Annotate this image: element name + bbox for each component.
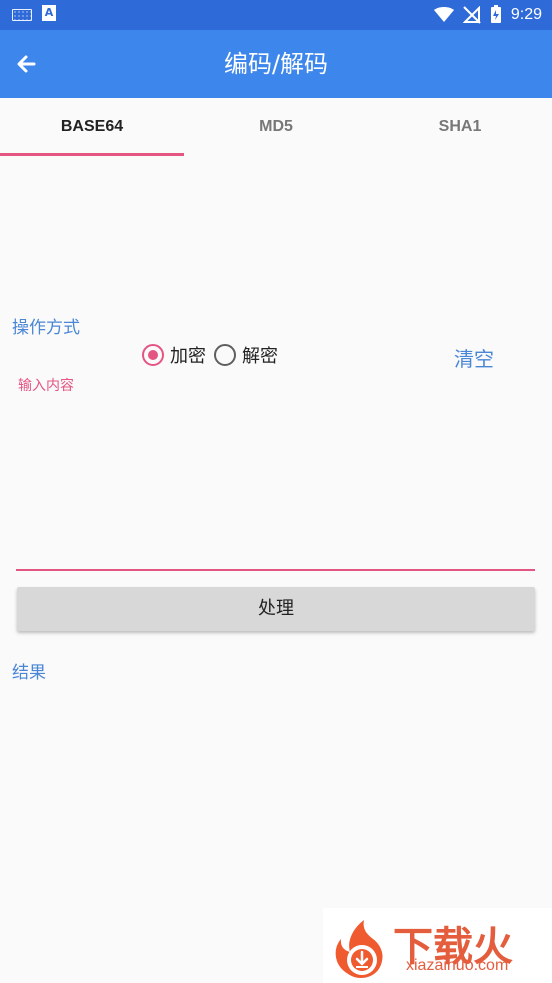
status-right: 9:29 [433, 4, 542, 26]
app-bar: 编码/解码 [0, 30, 552, 98]
status-left: A [12, 5, 56, 21]
watermark-site: xiazaihuo.com [406, 957, 509, 974]
tab-label: SHA1 [438, 118, 482, 135]
page-title: 编码/解码 [223, 50, 329, 78]
tab-bar: BASE64 MD5 SHA1 [0, 98, 552, 156]
radio-encrypt-label: 加密 [170, 346, 206, 367]
wifi-icon [433, 7, 454, 22]
tab-sha1[interactable]: SHA1 [368, 98, 552, 156]
operation-label: 操作方式 [12, 318, 80, 338]
radio-encrypt[interactable]: 加密 [142, 342, 206, 368]
tab-base64[interactable]: BASE64 [0, 98, 184, 156]
a-icon: A [42, 5, 56, 21]
battery-icon [490, 5, 501, 23]
radio-decrypt-label: 解密 [242, 346, 278, 367]
input-field-label: 输入内容 [18, 378, 74, 394]
status-bar: A 9:29 [0, 0, 552, 30]
result-label: 结果 [12, 663, 46, 683]
input-field[interactable] [16, 569, 535, 571]
radio-decrypt[interactable]: 解密 [214, 342, 278, 368]
signal-icon [462, 6, 481, 24]
tab-label: MD5 [259, 118, 293, 135]
tab-md5[interactable]: MD5 [184, 98, 368, 156]
radio-unselected-icon [214, 344, 236, 366]
watermark: 下载火 xiazaihuo.com [323, 908, 552, 983]
status-time: 9:29 [510, 6, 542, 23]
process-button[interactable]: 处理 [17, 587, 535, 631]
keyboard-icon [12, 6, 32, 21]
tab-indicator [0, 153, 184, 156]
clear-button[interactable]: 清空 [454, 343, 494, 372]
operation-radio-group: 加密 解密 [142, 342, 278, 368]
tab-label: BASE64 [60, 118, 124, 135]
flame-logo-icon [335, 920, 383, 978]
radio-selected-icon [142, 344, 164, 366]
